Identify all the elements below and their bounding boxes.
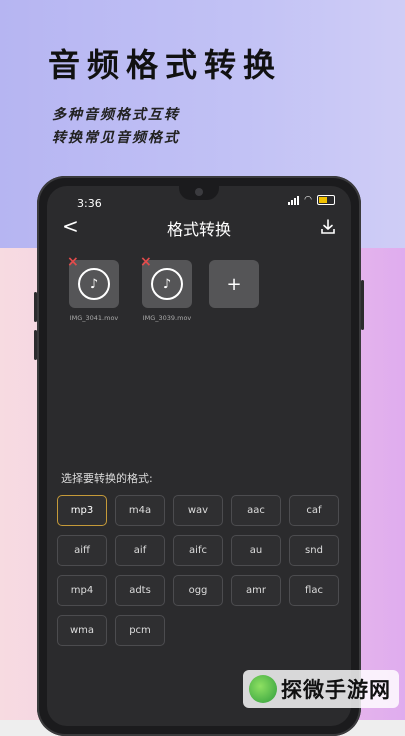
format-option-aif[interactable]: aif: [115, 535, 165, 566]
format-option-flac[interactable]: flac: [289, 575, 339, 606]
format-option-aifc[interactable]: aifc: [173, 535, 223, 566]
format-option-mp3[interactable]: mp3: [57, 495, 107, 526]
format-grid: mp3 m4a wav aac caf aiff aif aifc au snd…: [57, 495, 351, 646]
format-option-mp4[interactable]: mp4: [57, 575, 107, 606]
music-note-icon: ♪: [151, 268, 183, 300]
format-option-pcm[interactable]: pcm: [115, 615, 165, 646]
app-screen: 3:36 ◠ < 格式转换 ♪ × IMG_3041.mov ♪ × IMG_3…: [47, 186, 351, 726]
status-time: 3:36: [77, 197, 102, 210]
music-note-icon: ♪: [78, 268, 110, 300]
hero-subtitle-line2: 转换常见音频格式: [52, 130, 180, 146]
phone-volume-down: [34, 330, 37, 360]
format-option-aiff[interactable]: aiff: [57, 535, 107, 566]
add-file-button[interactable]: +: [209, 260, 259, 308]
format-option-aac[interactable]: aac: [231, 495, 281, 526]
format-option-ogg[interactable]: ogg: [173, 575, 223, 606]
phone-power-button: [361, 280, 364, 330]
wifi-icon: ◠: [304, 195, 312, 205]
export-button[interactable]: [319, 218, 337, 236]
watermark-text: 探微手游网: [281, 678, 391, 702]
page-title: 格式转换: [166, 220, 231, 239]
file-list: ♪ × IMG_3041.mov ♪ × IMG_3039.mov +: [47, 254, 351, 340]
format-option-m4a[interactable]: m4a: [115, 495, 165, 526]
watermark-logo-icon: [249, 675, 277, 703]
signal-icon: [288, 195, 300, 205]
phone-volume-up: [34, 292, 37, 322]
hero-title: 音频格式转换: [48, 46, 283, 84]
status-icons: ◠: [288, 195, 335, 205]
file-name: IMG_3039.mov: [142, 314, 192, 322]
format-option-snd[interactable]: snd: [289, 535, 339, 566]
file-item[interactable]: ♪ × IMG_3039.mov: [137, 254, 197, 322]
file-item[interactable]: ♪ × IMG_3041.mov: [64, 254, 124, 322]
format-option-amr[interactable]: amr: [231, 575, 281, 606]
battery-icon: [317, 195, 335, 205]
watermark: 探微手游网: [243, 670, 399, 708]
format-option-wav[interactable]: wav: [173, 495, 223, 526]
delete-file-button[interactable]: ×: [140, 254, 152, 270]
file-name: IMG_3041.mov: [69, 314, 119, 322]
camera-icon: [195, 188, 203, 196]
format-option-adts[interactable]: adts: [115, 575, 165, 606]
format-option-au[interactable]: au: [231, 535, 281, 566]
download-icon: [321, 219, 335, 234]
delete-file-button[interactable]: ×: [67, 254, 79, 270]
format-option-caf[interactable]: caf: [289, 495, 339, 526]
format-option-wma[interactable]: wma: [57, 615, 107, 646]
format-section-label: 选择要转换的格式:: [61, 472, 153, 485]
hero-subtitle-line1: 多种音频格式互转: [52, 107, 180, 123]
